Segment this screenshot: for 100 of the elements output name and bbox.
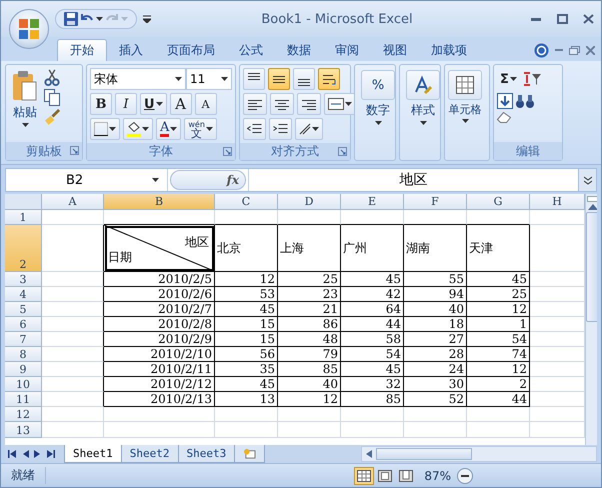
underline-button[interactable]: U: [140, 93, 167, 115]
insert-function-button[interactable]: fx: [170, 170, 246, 190]
sheet-tab[interactable]: Sheet3: [178, 445, 236, 463]
ribbon-tab[interactable]: 插入: [107, 39, 155, 61]
next-sheet-icon[interactable]: [46, 450, 54, 458]
customize-icon[interactable]: [143, 15, 151, 23]
minus-icon: [461, 474, 469, 476]
row-header[interactable]: 5: [5, 302, 42, 317]
font-color-button[interactable]: A: [156, 118, 182, 140]
bold-button[interactable]: B: [90, 93, 112, 115]
row-header[interactable]: 12: [5, 407, 42, 422]
align-middle-icon: [272, 75, 286, 83]
align-middle-button[interactable]: [268, 68, 290, 90]
dialog-launcher-icon[interactable]: [70, 146, 79, 155]
normal-view-button[interactable]: [354, 466, 374, 484]
increase-indent-button[interactable]: [269, 118, 292, 140]
sum-button[interactable]: Σ: [497, 68, 520, 90]
scroll-left-icon[interactable]: [366, 450, 372, 458]
split-handle-icon[interactable]: [587, 196, 597, 202]
restore-icon[interactable]: [569, 46, 580, 54]
row-header[interactable]: 4: [5, 287, 42, 302]
dialog-launcher-icon[interactable]: [338, 147, 347, 156]
decrease-indent-button[interactable]: [243, 118, 266, 140]
table-cell: 52: [404, 392, 467, 407]
sort-filter-icon[interactable]: [522, 72, 541, 86]
row-header[interactable]: 3: [5, 272, 42, 287]
column-header[interactable]: B: [104, 194, 215, 210]
font-name-field[interactable]: 宋体: [90, 68, 186, 90]
maximize-icon[interactable]: [556, 14, 568, 24]
column-header[interactable]: H: [530, 194, 585, 210]
scroll-up-icon[interactable]: [588, 204, 597, 210]
ribbon-tab[interactable]: 视图: [371, 39, 419, 61]
row-header[interactable]: 7: [5, 332, 42, 347]
expand-button[interactable]: [578, 169, 596, 191]
horizontal-scrollbar[interactable]: [361, 446, 597, 462]
fill-color-button[interactable]: [123, 118, 153, 140]
name-box[interactable]: B2: [6, 169, 168, 191]
row-header[interactable]: 8: [5, 347, 42, 362]
column-header[interactable]: F: [404, 194, 467, 210]
close-icon[interactable]: [586, 46, 595, 54]
scroll-thumb[interactable]: [586, 212, 597, 322]
wrap-text-button[interactable]: [318, 68, 340, 90]
grow-font-button[interactable]: A: [170, 93, 192, 115]
shrink-font-button[interactable]: A: [194, 93, 217, 115]
help-icon[interactable]: [534, 42, 549, 58]
align-bottom-button[interactable]: [293, 68, 315, 90]
scissors-icon[interactable]: [44, 68, 60, 86]
previous-sheet-icon[interactable]: [20, 450, 28, 458]
ribbon-tab[interactable]: 加载项: [419, 39, 479, 61]
borders-button[interactable]: [90, 118, 120, 140]
paste-button[interactable]: 粘贴: [9, 68, 41, 139]
brush-icon[interactable]: [44, 109, 60, 125]
ribbon-tab[interactable]: 公式: [227, 39, 275, 61]
copy-icon[interactable]: [44, 89, 60, 106]
align-top-button[interactable]: [243, 68, 265, 90]
vertical-scrollbar[interactable]: [585, 194, 597, 445]
ribbon-tab[interactable]: 页面布局: [155, 39, 227, 61]
sheet-tab[interactable]: Sheet1: [64, 445, 122, 463]
align-left-button[interactable]: [243, 93, 267, 115]
close-icon[interactable]: [582, 14, 594, 24]
fill-down-icon[interactable]: [497, 93, 513, 109]
window-title: Book1 - Microsoft Excel: [260, 12, 414, 26]
orientation-button[interactable]: [295, 118, 323, 140]
row-header[interactable]: 1: [5, 210, 42, 225]
row-header[interactable]: 10: [5, 377, 42, 392]
font-size-field[interactable]: 11: [186, 68, 232, 90]
sheet-tab[interactable]: Sheet2: [120, 445, 178, 463]
eraser-icon[interactable]: [497, 112, 511, 123]
save-icon[interactable]: [64, 12, 78, 26]
column-header[interactable]: E: [341, 194, 404, 210]
row-header[interactable]: 9: [5, 362, 42, 377]
dialog-launcher-icon[interactable]: [223, 147, 232, 156]
borders-icon: [94, 122, 108, 136]
row-header[interactable]: 11: [5, 392, 42, 407]
column-header[interactable]: A: [42, 194, 104, 210]
column-header[interactable]: D: [278, 194, 341, 210]
binoculars-icon[interactable]: [516, 94, 534, 108]
previous-sheet-icon[interactable]: [8, 450, 16, 458]
table-cell: 1: [467, 317, 530, 332]
minimize-icon[interactable]: [531, 18, 541, 20]
table-cell: 2010/2/10: [104, 347, 215, 362]
align-center-button[interactable]: [270, 93, 294, 115]
row-header[interactable]: 2: [5, 225, 42, 272]
column-header[interactable]: C: [215, 194, 278, 210]
column-header[interactable]: G: [467, 194, 530, 210]
italic-button[interactable]: I: [115, 93, 137, 115]
scroll-thumb[interactable]: [376, 448, 472, 460]
ribbon-tab[interactable]: 审阅: [323, 39, 371, 61]
next-sheet-icon[interactable]: [34, 450, 42, 458]
ribbon-tab[interactable]: 数据: [275, 39, 323, 61]
insert-sheet-button[interactable]: [234, 445, 266, 463]
merge-button[interactable]: [324, 93, 356, 115]
align-right-button[interactable]: [297, 93, 321, 115]
zoom-out-button[interactable]: [457, 468, 473, 484]
ribbon-tab[interactable]: 开始: [57, 39, 107, 61]
phonetic-button[interactable]: wén 文: [184, 118, 217, 140]
row-header[interactable]: 6: [5, 317, 42, 332]
table-cell: 45: [215, 377, 278, 392]
table-cell: 45: [467, 272, 530, 287]
row-header[interactable]: 13: [5, 422, 42, 438]
